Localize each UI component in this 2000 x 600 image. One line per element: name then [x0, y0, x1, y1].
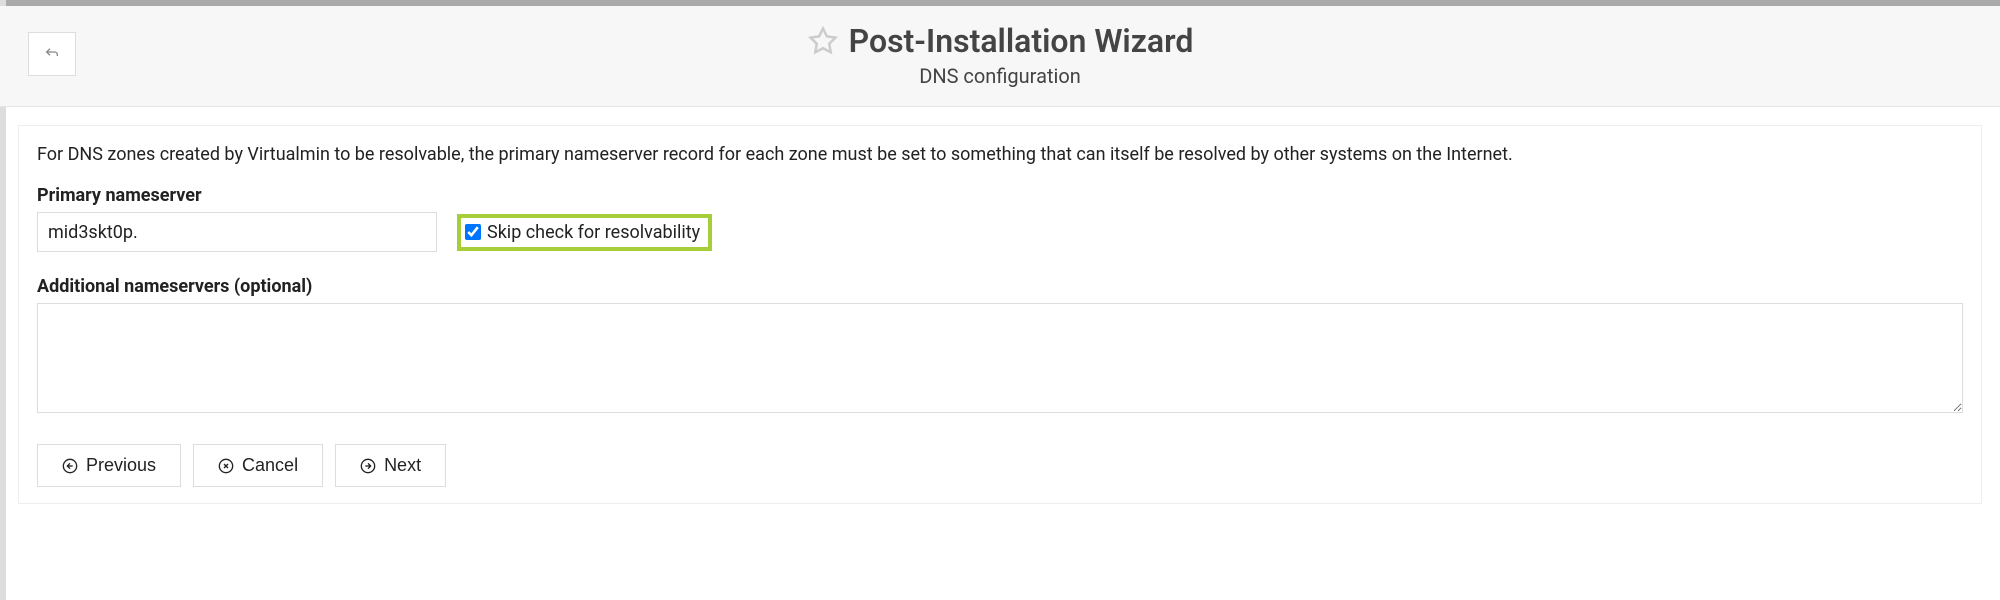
primary-nameserver-row: Skip check for resolvability	[37, 212, 1963, 252]
additional-nameservers-input[interactable]	[37, 303, 1963, 413]
star-icon[interactable]	[807, 25, 839, 57]
skip-check-label[interactable]: Skip check for resolvability	[487, 222, 700, 243]
cancel-button[interactable]: Cancel	[193, 444, 323, 487]
skip-check-group: Skip check for resolvability	[457, 214, 712, 251]
additional-nameservers-label: Additional nameservers (optional)	[37, 276, 1963, 297]
next-button[interactable]: Next	[335, 444, 446, 487]
page-header: Post-Installation Wizard DNS configurati…	[0, 6, 2000, 107]
circle-x-icon	[218, 458, 234, 474]
cancel-button-label: Cancel	[242, 455, 298, 476]
wizard-buttons: Previous Cancel Next	[37, 444, 1963, 487]
title-row: Post-Installation Wizard	[28, 22, 1972, 60]
description-text: For DNS zones created by Virtualmin to b…	[37, 142, 1963, 167]
primary-nameserver-label: Primary nameserver	[37, 185, 1963, 206]
previous-button[interactable]: Previous	[37, 444, 181, 487]
page-title: Post-Installation Wizard	[849, 22, 1194, 60]
content-panel: For DNS zones created by Virtualmin to b…	[18, 125, 1982, 504]
skip-check-checkbox[interactable]	[465, 224, 481, 240]
header-center: Post-Installation Wizard DNS configurati…	[28, 22, 1972, 88]
page-subtitle: DNS configuration	[28, 64, 1972, 88]
next-button-label: Next	[384, 455, 421, 476]
primary-nameserver-input[interactable]	[37, 212, 437, 252]
back-button[interactable]	[28, 32, 76, 76]
previous-button-label: Previous	[86, 455, 156, 476]
circle-arrow-left-icon	[62, 458, 78, 474]
return-arrow-icon	[44, 46, 60, 62]
circle-arrow-right-icon	[360, 458, 376, 474]
